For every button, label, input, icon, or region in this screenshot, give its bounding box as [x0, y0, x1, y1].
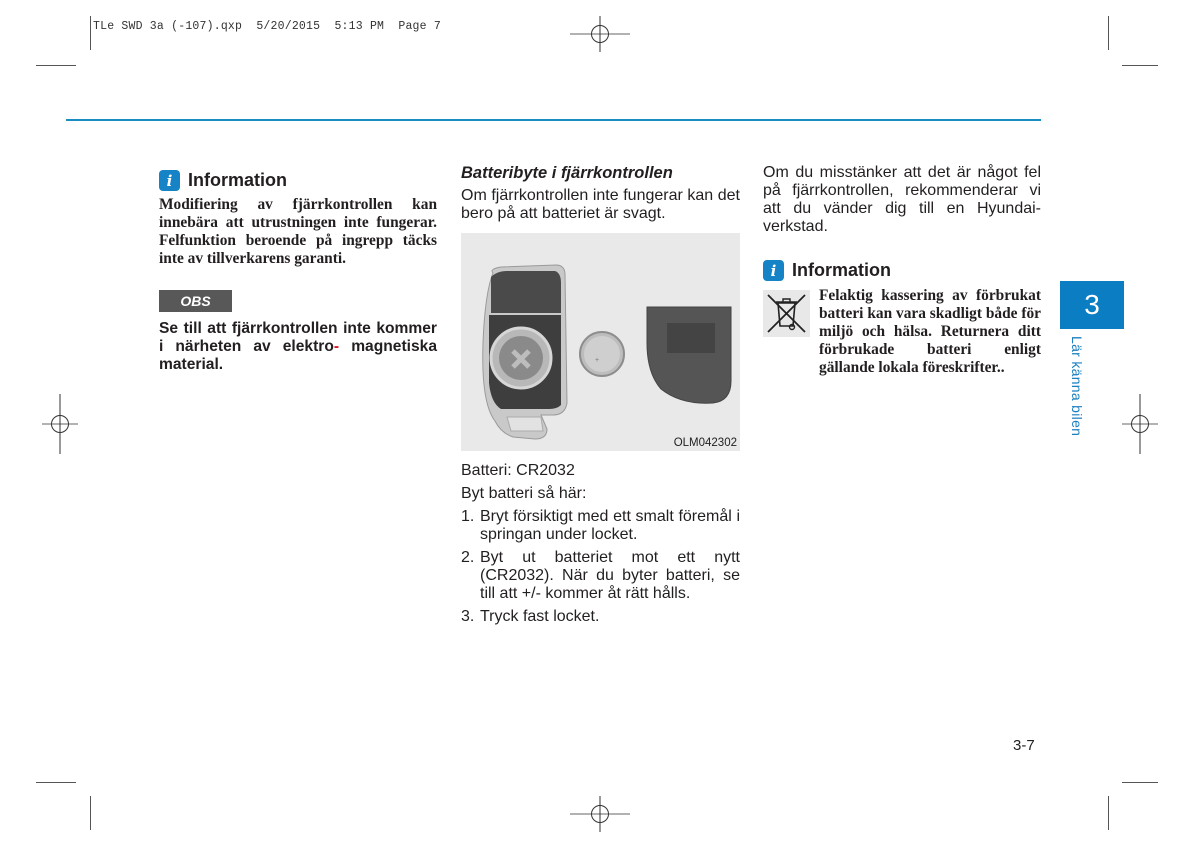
- header-rule: [66, 119, 1041, 121]
- svg-text:+: +: [595, 357, 599, 364]
- step-item: 1. Bryt försiktigt med ett smalt föremål…: [461, 508, 740, 544]
- info-icon: i: [159, 170, 180, 191]
- step-text: Bryt försiktigt med ett smalt föremål i …: [480, 508, 740, 543]
- obs-hyphen: -: [333, 338, 340, 355]
- section-title: Batteribyte i fjärrkontrollen: [461, 164, 673, 182]
- info-heading: i Information: [763, 260, 1041, 281]
- obs-text: Se till att fjärrkontrollen inte kommer …: [159, 320, 437, 374]
- steps-list: 1. Bryt försiktigt med ett smalt föremål…: [461, 508, 740, 626]
- crossed-out-wheelie-bin-icon: [763, 290, 810, 337]
- info-heading: i Information: [159, 170, 437, 191]
- crop-mark: [36, 782, 76, 783]
- crop-mark: [1122, 65, 1158, 66]
- chapter-tab: 3: [1060, 281, 1124, 329]
- step-number: 3.: [461, 608, 475, 625]
- section-intro: Om fjärrkontrollen inte fungerar kan det…: [461, 187, 740, 222]
- battery-type: Batteri: CR2032: [461, 462, 575, 479]
- disposal-text: Felaktig kassering av förbrukat batteri …: [819, 287, 1041, 376]
- key-fob-figure: + OLM042302: [461, 233, 740, 451]
- obs-label: OBS: [159, 290, 232, 312]
- step-item: 3. Tryck fast locket.: [461, 608, 740, 626]
- crop-mark: [90, 796, 91, 830]
- figure-code: OLM042302: [673, 437, 737, 449]
- crop-mark: [1108, 796, 1109, 830]
- step-text: Tryck fast locket.: [480, 608, 600, 625]
- page-number: 3-7: [1013, 737, 1035, 754]
- workshop-text: Om du misstänker att det är något fel på…: [763, 164, 1041, 235]
- steps-intro: Byt batteri så här:: [461, 485, 587, 502]
- crop-mark: [36, 65, 76, 66]
- crop-mark: [1108, 16, 1109, 50]
- crop-mark: [1122, 782, 1158, 783]
- info-text: Modifiering av fjärrkontrollen kan inneb…: [159, 196, 437, 267]
- crop-mark: [90, 16, 91, 50]
- step-item: 2. Byt ut batteriet mot ett nytt (CR2032…: [461, 549, 740, 603]
- step-text: Byt ut batteriet mot ett nytt (CR2032). …: [480, 549, 740, 602]
- registration-mark-icon: [570, 16, 630, 52]
- middle-column: Batteribyte i fjärrkontrollen Om fjärrko…: [461, 164, 740, 223]
- chapter-title: Lär känna bilen: [1069, 336, 1085, 437]
- battery-steps: Batteri: CR2032 Byt batteri så här: 1. B…: [461, 462, 740, 631]
- print-slug: TLe SWD 3a (-107).qxp 5/20/2015 5:13 PM …: [93, 20, 441, 33]
- disposal-note: Felaktig kassering av förbrukat batteri …: [763, 287, 1041, 377]
- step-number: 1.: [461, 508, 475, 525]
- step-number: 2.: [461, 549, 475, 566]
- right-column: Om du misstänker att det är något fel på…: [763, 164, 1041, 377]
- left-column: i Information Modifiering av fjärrkontro…: [159, 170, 437, 374]
- key-fob-illustration: +: [482, 264, 732, 440]
- registration-mark-icon: [42, 394, 78, 454]
- info-title: Information: [188, 170, 287, 190]
- registration-mark-icon: [1122, 394, 1158, 454]
- info-title: Information: [792, 260, 891, 280]
- registration-mark-icon: [570, 796, 630, 832]
- info-icon: i: [763, 260, 784, 281]
